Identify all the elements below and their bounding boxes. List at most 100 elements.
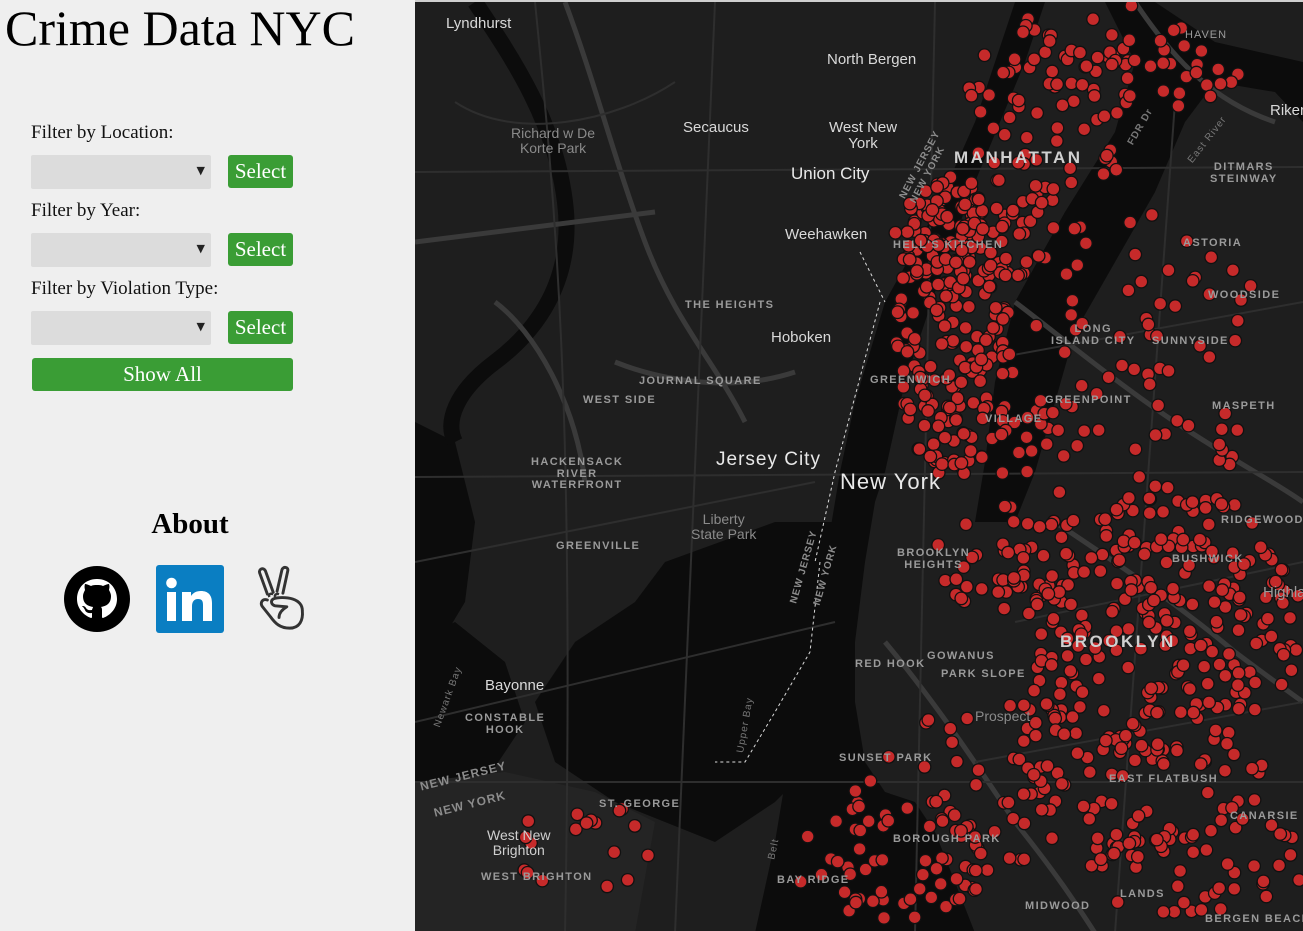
crime-marker[interactable] [1204, 250, 1219, 265]
crime-marker[interactable] [1028, 715, 1043, 730]
crime-marker[interactable] [930, 180, 945, 195]
crime-marker[interactable] [1256, 874, 1271, 889]
crime-marker[interactable] [1096, 703, 1111, 718]
crime-marker[interactable] [969, 882, 983, 897]
crime-marker[interactable] [1218, 763, 1232, 778]
crime-marker[interactable] [931, 419, 946, 434]
crime-marker[interactable] [1006, 570, 1021, 585]
crime-marker[interactable] [907, 910, 922, 925]
crime-marker[interactable] [1173, 705, 1188, 720]
crime-marker[interactable] [1260, 611, 1275, 626]
crime-marker[interactable] [837, 885, 852, 900]
crime-marker[interactable] [1045, 831, 1059, 846]
crime-marker[interactable] [1227, 497, 1242, 512]
crime-marker[interactable] [989, 201, 1004, 216]
crime-marker[interactable] [1030, 106, 1045, 120]
crime-marker[interactable] [1142, 491, 1157, 506]
crime-marker[interactable] [627, 818, 642, 833]
crime-marker[interactable] [1123, 215, 1138, 230]
crime-marker[interactable] [983, 258, 998, 273]
crime-marker[interactable] [830, 854, 845, 869]
crime-marker[interactable] [853, 823, 868, 838]
crime-marker[interactable] [1222, 647, 1236, 661]
crime-marker[interactable] [579, 816, 594, 831]
crime-marker[interactable] [1077, 424, 1092, 439]
crime-marker[interactable] [907, 331, 922, 346]
crime-marker[interactable] [852, 799, 867, 814]
crime-marker[interactable] [948, 255, 963, 270]
crime-marker[interactable] [1007, 52, 1022, 67]
crime-marker[interactable] [1189, 65, 1204, 80]
crime-marker[interactable] [958, 197, 973, 212]
crime-marker[interactable] [1212, 881, 1227, 896]
crime-marker[interactable] [1247, 859, 1262, 873]
crime-marker[interactable] [1153, 296, 1168, 311]
crime-marker[interactable] [1002, 347, 1017, 362]
crime-marker[interactable] [1171, 98, 1186, 113]
crime-marker[interactable] [902, 252, 917, 267]
crime-marker[interactable] [980, 863, 995, 878]
crime-marker[interactable] [1020, 464, 1035, 479]
crime-marker[interactable] [997, 601, 1012, 616]
crime-marker[interactable] [890, 305, 905, 320]
location-select[interactable]: ▼ [31, 155, 211, 189]
crime-marker[interactable] [1186, 705, 1201, 720]
crime-marker[interactable] [1084, 550, 1099, 565]
crime-marker[interactable] [925, 203, 940, 217]
crime-marker[interactable] [1143, 59, 1158, 74]
crime-marker[interactable] [900, 801, 915, 816]
crime-marker[interactable] [1144, 681, 1159, 696]
crime-marker[interactable] [1002, 110, 1017, 125]
crime-marker[interactable] [1045, 569, 1060, 583]
crime-marker[interactable] [959, 339, 974, 354]
crime-marker[interactable] [1044, 658, 1059, 672]
crime-marker[interactable] [1024, 444, 1039, 458]
crime-marker[interactable] [1170, 743, 1184, 758]
crime-marker[interactable] [1031, 248, 1046, 263]
crime-marker[interactable] [1059, 267, 1074, 282]
linkedin-icon[interactable] [156, 565, 224, 633]
crime-marker[interactable] [900, 344, 915, 359]
crime-marker[interactable] [929, 303, 944, 318]
crime-marker[interactable] [982, 88, 997, 102]
crime-marker[interactable] [1185, 273, 1200, 288]
crime-marker[interactable] [1073, 45, 1087, 60]
crime-marker[interactable] [1170, 879, 1185, 894]
crime-marker[interactable] [1017, 852, 1032, 867]
crime-marker[interactable] [1253, 540, 1268, 555]
crime-marker[interactable] [1233, 607, 1248, 622]
crime-marker[interactable] [996, 312, 1010, 326]
year-select[interactable]: ▼ [31, 233, 211, 267]
crime-marker[interactable] [937, 430, 952, 445]
crime-marker[interactable] [954, 591, 969, 606]
crime-marker[interactable] [923, 449, 938, 464]
crime-marker[interactable] [1096, 167, 1111, 181]
crime-marker[interactable] [1051, 423, 1066, 438]
crime-marker[interactable] [1090, 50, 1105, 65]
crime-marker[interactable] [1086, 12, 1101, 27]
crime-marker[interactable] [956, 426, 971, 441]
crime-marker[interactable] [1099, 148, 1114, 163]
crime-marker[interactable] [1148, 428, 1163, 442]
crime-marker[interactable] [1016, 25, 1030, 40]
crime-marker[interactable] [1166, 23, 1181, 38]
crime-marker[interactable] [1112, 553, 1127, 568]
crime-marker[interactable] [1045, 64, 1060, 79]
crime-marker[interactable] [1040, 759, 1055, 773]
crime-marker[interactable] [918, 853, 933, 868]
crime-marker[interactable] [988, 300, 1003, 315]
crime-marker[interactable] [1215, 583, 1230, 598]
crime-marker[interactable] [1064, 307, 1079, 322]
crime-marker[interactable] [1161, 263, 1176, 278]
crime-marker[interactable] [991, 173, 1006, 188]
crime-marker[interactable] [1283, 610, 1297, 625]
crime-marker[interactable] [1098, 733, 1113, 748]
crime-marker[interactable] [1028, 728, 1043, 743]
crime-marker[interactable] [863, 774, 878, 788]
crime-marker[interactable] [962, 255, 977, 270]
crime-marker[interactable] [1076, 799, 1091, 814]
crime-marker[interactable] [1020, 516, 1035, 531]
crime-marker[interactable] [1046, 611, 1061, 626]
crime-marker[interactable] [1150, 737, 1165, 752]
crime-marker[interactable] [921, 404, 936, 418]
